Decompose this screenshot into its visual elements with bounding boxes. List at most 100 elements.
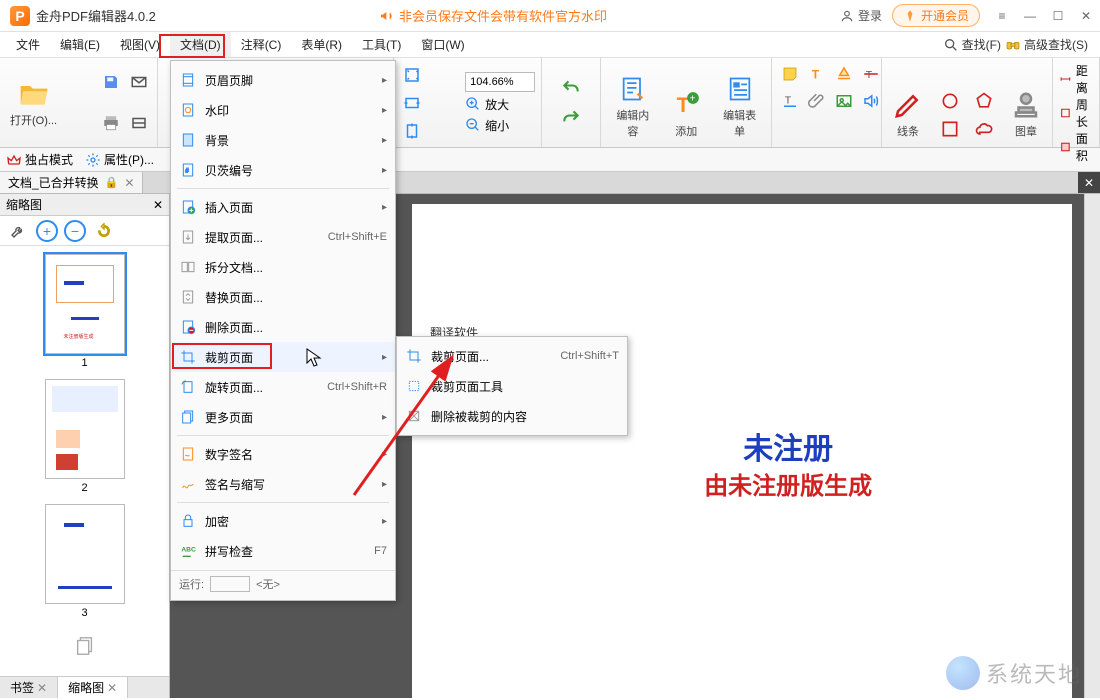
sound-tool[interactable] — [859, 89, 883, 113]
vip-button[interactable]: 开通会员 — [892, 4, 980, 27]
zoom-in-button[interactable]: 放大 — [465, 96, 535, 113]
attach-tool[interactable] — [805, 89, 829, 113]
dd-more-pages[interactable]: 更多页面▸ — [171, 402, 395, 432]
strikeout-tool[interactable]: T — [859, 62, 883, 86]
menu-form[interactable]: 表单(R) — [291, 32, 352, 57]
sidebar-options-button[interactable] — [6, 219, 30, 243]
dd-encrypt[interactable]: 加密▸ — [171, 506, 395, 536]
stamp-button[interactable]: 图章 — [1006, 87, 1046, 141]
square-icon — [940, 119, 960, 139]
exclusive-mode-button[interactable]: 独占模式 — [6, 151, 73, 168]
save-icon — [102, 73, 120, 91]
sub-delete-cropped[interactable]: 删除被裁剪的内容 — [397, 401, 627, 431]
dd-crop-page[interactable]: 裁剪页面▸ — [171, 342, 395, 372]
thumb-zoom-out[interactable]: − — [64, 220, 86, 242]
dd-header-footer[interactable]: 页眉页脚▸ — [171, 65, 395, 95]
menu-edit[interactable]: 编辑(E) — [50, 32, 110, 57]
properties-button[interactable]: 属性(P)... — [85, 151, 154, 168]
dd-replace-page[interactable]: 替换页面... — [171, 282, 395, 312]
edit-form-label: 编辑表单 — [718, 107, 761, 139]
sub-crop-page[interactable]: 裁剪页面...Ctrl+Shift+T — [397, 341, 627, 371]
tab-bookmark[interactable]: 书签✕ — [0, 677, 58, 698]
rect-tool[interactable] — [938, 117, 962, 141]
image-tool[interactable] — [832, 89, 856, 113]
menu-extra-button[interactable]: ≡ — [988, 2, 1016, 30]
underline-tool[interactable]: T — [778, 89, 802, 113]
fit-width-button[interactable] — [400, 91, 424, 115]
perimeter-tool[interactable]: 周长 — [1059, 96, 1093, 130]
edit-form-button[interactable]: 编辑表单 — [714, 71, 765, 141]
vertical-scrollbar[interactable] — [1084, 194, 1100, 698]
lines-button[interactable]: 线条 — [888, 87, 928, 141]
dd-digital-signature[interactable]: 数字签名▸ — [171, 439, 395, 469]
undo-button[interactable] — [559, 76, 583, 100]
find-button[interactable]: 查找(F) — [943, 36, 1001, 53]
dd-watermark[interactable]: 水印▸ — [171, 95, 395, 125]
mail-button[interactable] — [127, 70, 151, 94]
fit-page-button[interactable] — [400, 63, 424, 87]
close-button[interactable]: ✕ — [1072, 2, 1100, 30]
thumbnail-2[interactable]: 2 — [45, 379, 125, 494]
thumbnail-1[interactable]: 未注册版生成 1 — [45, 254, 125, 369]
thumbnail-3[interactable]: 3 — [45, 504, 125, 619]
add-button[interactable]: T+ 添加 — [666, 87, 706, 141]
tab-thumbnail[interactable]: 缩略图✕ — [58, 677, 128, 698]
dd-insert-page[interactable]: 插入页面▸ — [171, 192, 395, 222]
brand-text: 系统天地 — [986, 657, 1082, 689]
thumb-num-3: 3 — [45, 607, 125, 619]
save-button[interactable] — [99, 70, 123, 94]
note-tool[interactable] — [778, 62, 802, 86]
dd-split-doc[interactable]: 拆分文档... — [171, 252, 395, 282]
redo-button[interactable] — [559, 106, 583, 130]
sidebar-close-button[interactable]: ✕ — [153, 198, 163, 212]
thumb-rotate[interactable] — [92, 219, 116, 243]
polygon-tool[interactable] — [972, 89, 996, 113]
circle-tool[interactable] — [938, 89, 962, 113]
fit-height-button[interactable] — [400, 119, 424, 143]
menu-document[interactable]: 文档(D) — [170, 32, 231, 57]
ribbon: 打开(O)... 放大 缩小 — [0, 58, 1100, 148]
insert-page-icon — [180, 199, 196, 215]
dd-run-box[interactable] — [210, 576, 250, 592]
lines-label: 线条 — [897, 123, 919, 139]
edit-content-button[interactable]: 编辑内容 — [607, 71, 658, 141]
scan-button[interactable] — [127, 111, 151, 135]
advanced-find-button[interactable]: 高级查找(S) — [1005, 36, 1088, 53]
dd-bates[interactable]: #贝茨编号▸ — [171, 155, 395, 185]
dd-spell-check[interactable]: ABC拼写检查F7 — [171, 536, 395, 566]
menu-comment[interactable]: 注释(C) — [231, 32, 292, 57]
document-tab[interactable]: 文档_已合并转换 🔒 ✕ — [0, 172, 143, 193]
print-button[interactable] — [99, 111, 123, 135]
area-tool[interactable]: 面积 — [1059, 130, 1093, 164]
zoom-out-button[interactable]: 缩小 — [465, 117, 535, 134]
minimize-button[interactable]: — — [1016, 2, 1044, 30]
dd-extract-page[interactable]: 提取页面...Ctrl+Shift+E — [171, 222, 395, 252]
tabs-close-all[interactable]: ✕ — [1078, 172, 1100, 193]
megaphone-icon — [379, 8, 395, 24]
login-button[interactable]: 登录 — [830, 7, 892, 24]
menu-window[interactable]: 窗口(W) — [411, 32, 474, 57]
dd-run-row: 运行: <无> — [171, 570, 395, 596]
thumb-zoom-in[interactable]: + — [36, 220, 58, 242]
tab-close-button[interactable]: ✕ — [124, 176, 134, 190]
sidebar-tabs: 书签✕ 缩略图✕ — [0, 676, 169, 698]
sub-crop-tool[interactable]: 裁剪页面工具 — [397, 371, 627, 401]
area-label: 面积 — [1076, 130, 1093, 164]
maximize-button[interactable]: ☐ — [1044, 2, 1072, 30]
menu-view[interactable]: 视图(V) — [110, 32, 170, 57]
text-tool[interactable]: T — [805, 62, 829, 86]
zoom-input[interactable] — [465, 72, 535, 92]
highlight-tool[interactable] — [832, 62, 856, 86]
distance-tool[interactable]: 距离 — [1059, 62, 1093, 96]
dd-rotate-page[interactable]: 旋转页面...Ctrl+Shift+R — [171, 372, 395, 402]
lock-icon: 🔒 — [105, 176, 119, 189]
menu-tools[interactable]: 工具(T) — [352, 32, 411, 57]
open-button[interactable]: 打开(O)... — [6, 62, 61, 143]
dd-sign-abbr[interactable]: 签名与缩写▸ — [171, 469, 395, 499]
menu-file[interactable]: 文件 — [6, 32, 50, 57]
zoom-in-label: 放大 — [485, 96, 509, 113]
svg-text:T: T — [785, 94, 792, 106]
cloud-tool[interactable] — [972, 117, 996, 141]
dd-delete-page[interactable]: 删除页面... — [171, 312, 395, 342]
dd-background[interactable]: 背景▸ — [171, 125, 395, 155]
